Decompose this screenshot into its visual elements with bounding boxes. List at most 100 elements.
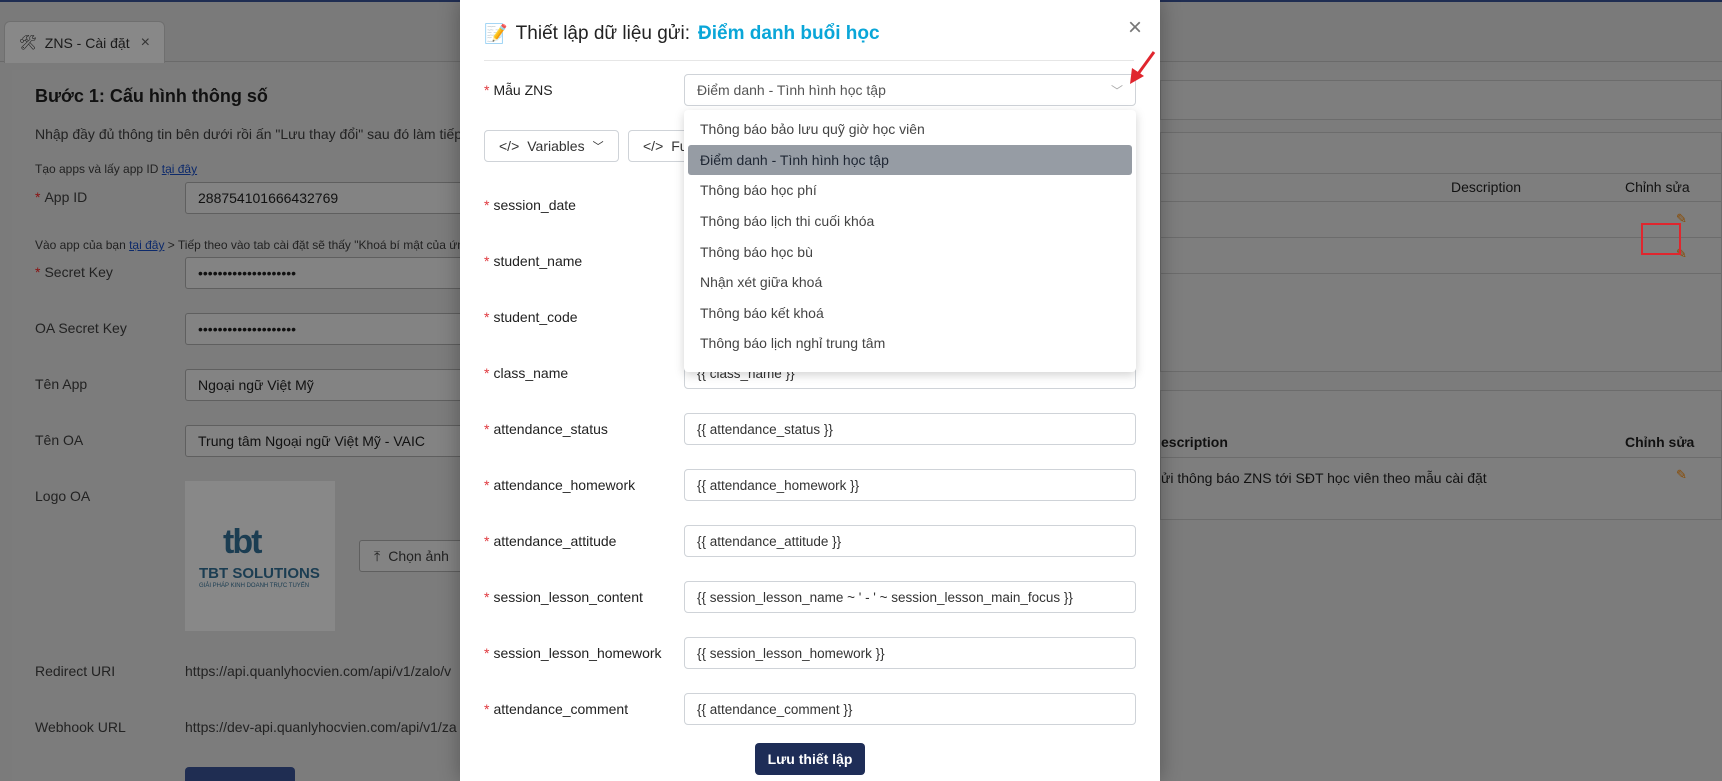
app-hint: Vào app của bạn tại đây > Tiếp theo vào … (35, 238, 475, 252)
apps-link[interactable]: tại đây (162, 162, 197, 176)
field-input-session-lesson-homework[interactable]: {{ session_lesson_homework }} (684, 637, 1136, 669)
template-label: * Mẫu ZNS (484, 82, 553, 98)
field-label-text: class_name (493, 365, 569, 381)
upload-icon: ⤒ (374, 547, 381, 564)
divider (1161, 273, 1722, 274)
required-mark: * (484, 533, 490, 549)
step-intro: Nhập đầy đủ thông tin bên dưới rồi ấn "L… (35, 126, 463, 142)
description-header: Description (1451, 179, 1522, 195)
field-input-attendance-homework[interactable]: {{ attendance_homework }} (684, 469, 1136, 501)
app-hint-link[interactable]: tại đây (129, 238, 164, 252)
step-title: Bước 1: Cấu hình thông số (35, 86, 268, 106)
required-mark: * (484, 421, 490, 437)
tools-icon: 🛠 (19, 34, 37, 50)
field-label-text: attendance_homework (493, 477, 636, 493)
dropdown-option[interactable]: Thông báo học bù (688, 236, 1132, 267)
oa-name-input[interactable]: Trung tâm Ngoại ngữ Việt Mỹ - VAIC (185, 425, 465, 457)
description-header-2: escription (1161, 434, 1228, 450)
secret-key-label-text: Secret Key (44, 264, 113, 280)
field-label-text: student_name (493, 253, 583, 269)
field-label: * session_lesson_content (484, 589, 643, 605)
modal-title-highlight: Điểm danh buổi học (698, 23, 880, 44)
right-table-1: Description Chỉnh sửa ✎ ✎ (1160, 132, 1722, 372)
field-label: * class_name (484, 365, 568, 381)
secret-key-label: * Secret Key (35, 264, 113, 280)
logo-label: Logo OA (35, 488, 91, 504)
functions-button[interactable]: </> Fu (628, 130, 688, 162)
app-name-label: Tên App (35, 376, 88, 392)
edit-icon[interactable]: ✎ (1676, 467, 1694, 483)
annotation-arrow (1130, 51, 1156, 84)
field-label: * session_lesson_homework (484, 645, 662, 661)
redirect-value: https://api.quanlyhocvien.com/api/v1/zal… (185, 663, 452, 679)
annotation-highlight-box (1641, 223, 1681, 255)
webhook-label: Webhook URL (35, 719, 126, 735)
chevron-down-icon: ﹀ (1110, 83, 1123, 98)
field-label: * attendance_comment (484, 701, 628, 717)
variables-button[interactable]: </> Variables ﹀ (484, 130, 619, 162)
template-dropdown: Thông báo bảo lưu quỹ giờ học viên Điểm d… (684, 110, 1136, 372)
required-mark: * (484, 82, 490, 98)
required-mark: * (484, 309, 490, 325)
logo-tagline: GIẢI PHÁP KINH DOANH TRỰC TUYẾN (199, 583, 310, 589)
field-input-attendance-status[interactable]: {{ attendance_status }} (684, 413, 1136, 445)
required-mark: * (484, 477, 490, 493)
field-label: * attendance_status (484, 421, 608, 437)
secret-key-input[interactable]: •••••••••••••••••••• (185, 257, 465, 289)
app-id-label-text: App ID (44, 189, 88, 205)
dropdown-option[interactable]: Điểm danh - Tình hình học tập (688, 144, 1132, 176)
required-mark: * (35, 189, 41, 205)
template-select-value: Điểm danh - Tình hình học tập (697, 82, 886, 98)
divider (1161, 237, 1722, 238)
field-input-attendance-attitude[interactable]: {{ attendance_attitude }} (684, 525, 1136, 557)
app-hint-post: > Tiếp theo vào tab cài đặt sẽ thấy "Kho… (167, 238, 464, 252)
tab-zns-settings[interactable]: 🛠 ZNS - Cài đặt × (4, 21, 165, 63)
save-settings-button[interactable]: Lưu thiết lập (755, 743, 865, 775)
logo-preview: tbt TBT SOLUTIONS GIẢI PHÁP KINH DOANH T… (185, 481, 335, 631)
choose-image-label: Chọn ảnh (388, 548, 449, 564)
edit-header: Chỉnh sửa (1625, 179, 1690, 195)
oa-secret-label: OA Secret Key (35, 320, 127, 336)
field-input-session-lesson-content[interactable]: {{ session_lesson_name ~ ' - ' ~ session… (684, 581, 1136, 613)
field-label: * student_name (484, 253, 582, 269)
right-panel-header (1160, 80, 1722, 120)
apps-hint: Tạo apps và lấy app ID tại đây (35, 162, 197, 176)
send-data-setup-modal: 📝 Thiết lập dữ liệu gửi: Điểm danh buổi … (460, 0, 1160, 781)
field-label: * attendance_attitude (484, 533, 616, 549)
app-id-label: * App ID (35, 189, 87, 205)
webhook-value: https://dev-api.quanlyhocvien.com/api/v1… (185, 719, 457, 735)
required-mark: * (484, 701, 490, 717)
field-label-text: session_lesson_content (493, 589, 643, 605)
field-label: * student_code (484, 309, 578, 325)
required-mark: * (484, 365, 490, 381)
dropdown-option[interactable]: Thông báo lịch nghỉ trung tâm (688, 328, 1132, 359)
app-id-input[interactable]: 288754101666432769 (185, 182, 465, 214)
dropdown-option[interactable]: Nhận xét giữa khoá (688, 267, 1132, 298)
dropdown-option[interactable]: Thông báo bảo lưu quỹ giờ học viên (688, 114, 1132, 145)
chevron-down-icon: ﹀ (592, 141, 604, 153)
field-label-text: student_code (493, 309, 578, 325)
logo-brand: TBT SOLUTIONS (199, 565, 320, 582)
dropdown-option[interactable]: Thông báo lịch thi cuối khóa (688, 206, 1132, 237)
dropdown-option[interactable]: Thông báo kết khoá (688, 298, 1132, 329)
modal-divider (484, 60, 1134, 61)
memo-icon: 📝 (484, 24, 508, 45)
required-mark: * (484, 253, 490, 269)
field-label-text: session_lesson_homework (493, 645, 662, 661)
modal-title-prefix: Thiết lập dữ liệu gửi: (515, 23, 691, 44)
field-input-attendance-comment[interactable]: {{ attendance_comment }} (684, 693, 1136, 725)
app-name-input[interactable]: Ngoại ngữ Việt Mỹ (185, 369, 465, 401)
oa-secret-input[interactable]: •••••••••••••••••••• (185, 313, 465, 345)
divider (1161, 457, 1722, 458)
code-icon: </> (499, 138, 520, 154)
apps-hint-text: Tạo apps và lấy app ID (35, 162, 159, 176)
template-select[interactable]: Điểm danh - Tình hình học tập ﹀ (684, 74, 1136, 106)
close-tab-icon[interactable]: × (141, 34, 150, 52)
divider (1161, 173, 1722, 174)
oa-name-label: Tên OA (35, 432, 84, 448)
logo-mark: tbt (223, 523, 262, 561)
dropdown-option[interactable]: Thông báo học phí (688, 175, 1132, 206)
save-changes-button[interactable] (185, 767, 295, 781)
tab-label: ZNS - Cài đặt (44, 34, 130, 51)
close-icon[interactable]: × (1128, 16, 1142, 40)
